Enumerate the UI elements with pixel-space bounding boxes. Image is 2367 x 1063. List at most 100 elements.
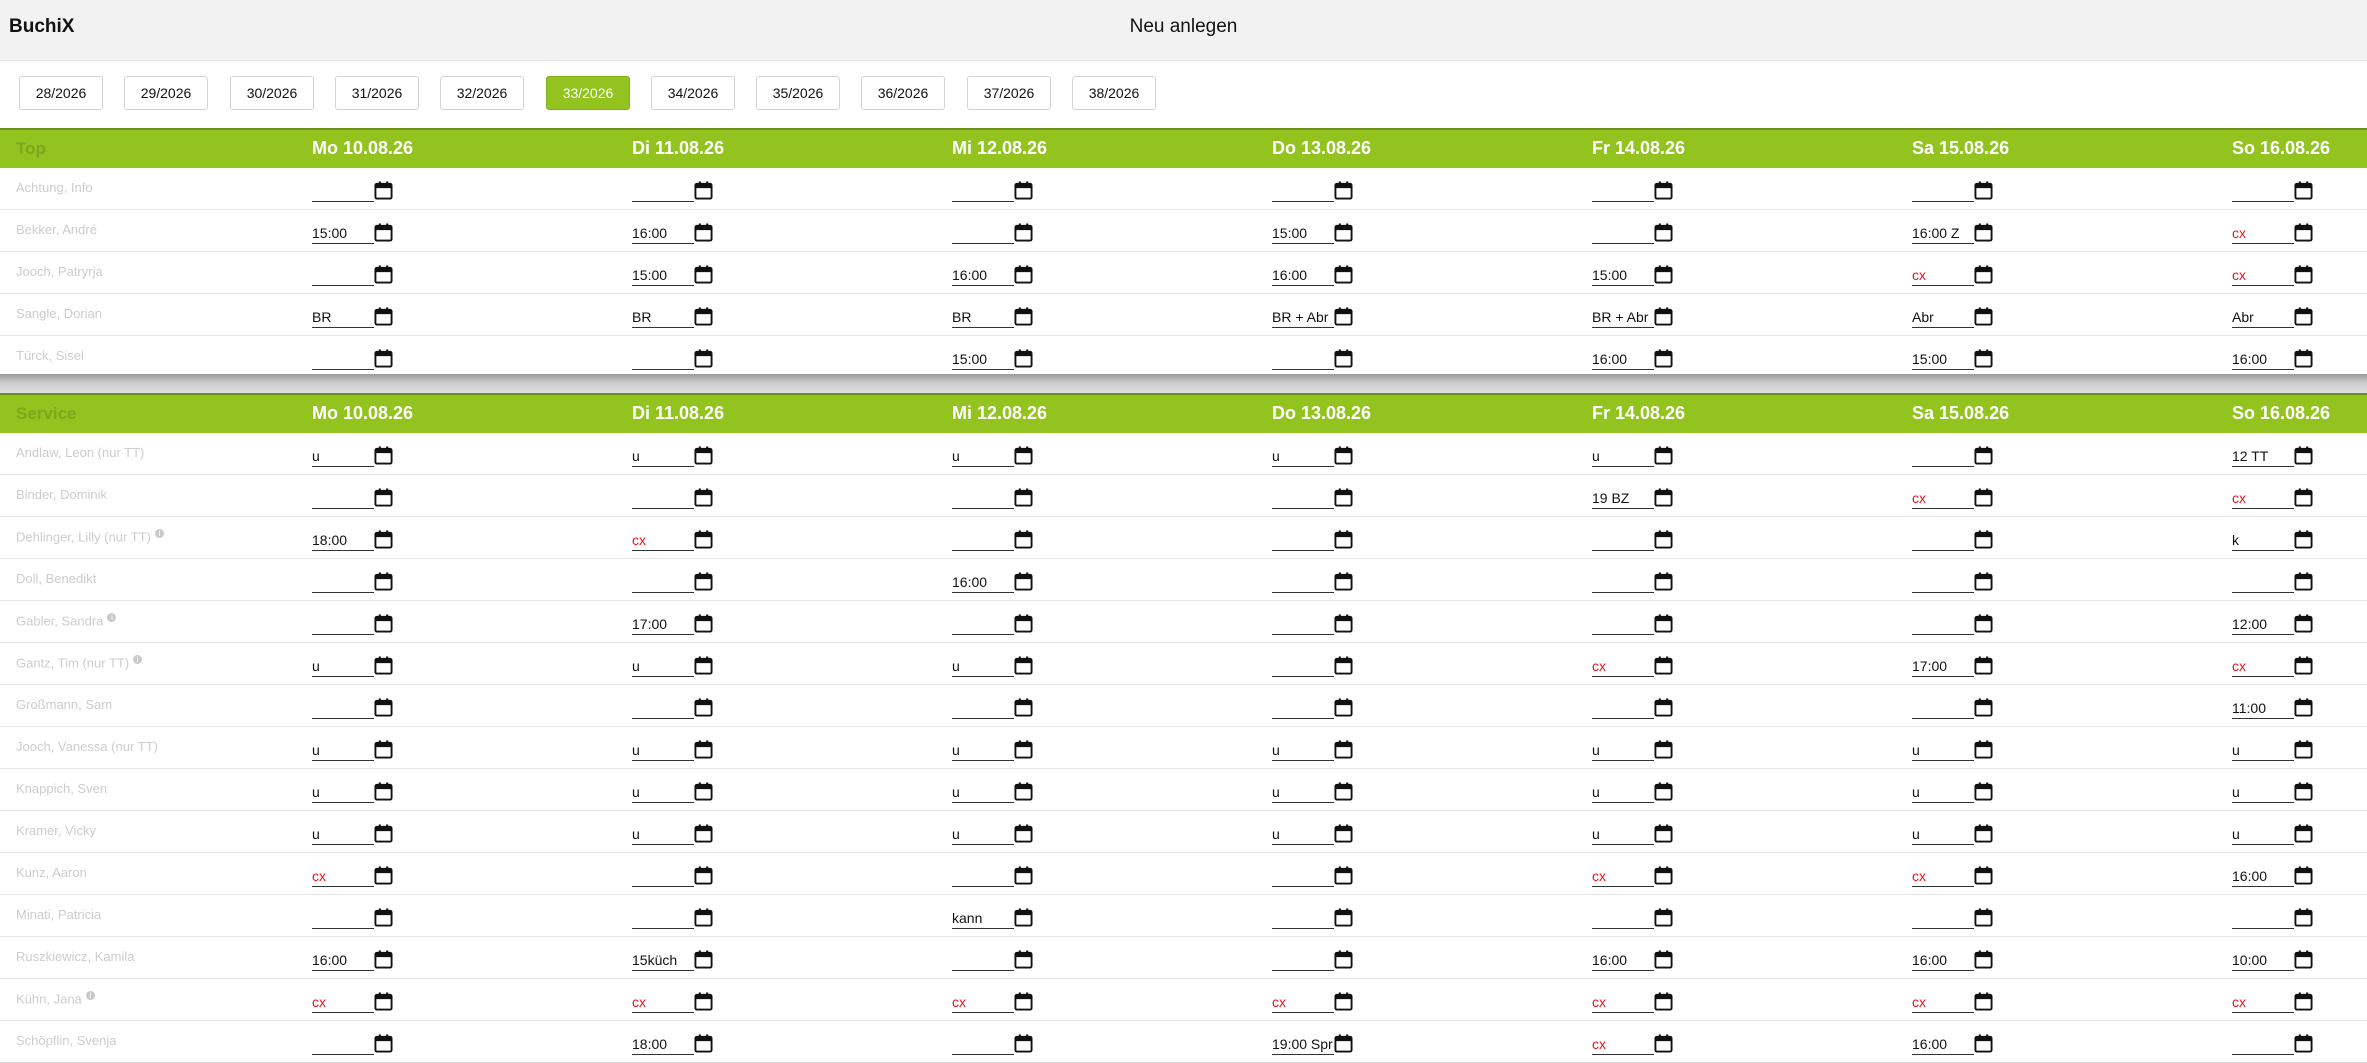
shift-input[interactable]: [1272, 863, 1334, 887]
calendar-icon[interactable]: [1654, 265, 1673, 284]
calendar-icon[interactable]: [1014, 866, 1033, 885]
calendar-icon[interactable]: [1334, 265, 1353, 284]
shift-input[interactable]: 15:00: [952, 346, 1014, 370]
calendar-icon[interactable]: [1014, 1034, 1033, 1053]
calendar-icon[interactable]: [1974, 908, 1993, 927]
shift-input[interactable]: 16:00: [1592, 947, 1654, 971]
calendar-icon[interactable]: [1654, 307, 1673, 326]
calendar-icon[interactable]: [1334, 908, 1353, 927]
employee-name[interactable]: Knappich, Sven: [16, 781, 107, 796]
shift-input[interactable]: 16:00: [2232, 863, 2294, 887]
employee-name[interactable]: Bekker, André: [16, 222, 97, 237]
calendar-icon[interactable]: [2294, 265, 2313, 284]
week-button-10[interactable]: 38/2026: [1072, 76, 1156, 110]
shift-input[interactable]: [1912, 527, 1974, 551]
shift-input[interactable]: [2232, 1031, 2294, 1055]
calendar-icon[interactable]: [2294, 614, 2313, 633]
calendar-icon[interactable]: [1654, 698, 1673, 717]
calendar-icon[interactable]: [374, 488, 393, 507]
shift-input[interactable]: u: [1272, 737, 1334, 761]
shift-input[interactable]: [952, 947, 1014, 971]
calendar-icon[interactable]: [1334, 488, 1353, 507]
shift-input[interactable]: u: [1592, 443, 1654, 467]
calendar-icon[interactable]: [2294, 950, 2313, 969]
shift-input[interactable]: [1592, 527, 1654, 551]
calendar-icon[interactable]: [374, 530, 393, 549]
shift-input[interactable]: [952, 485, 1014, 509]
shift-input[interactable]: [312, 485, 374, 509]
shift-input[interactable]: cx: [632, 989, 694, 1013]
shift-input[interactable]: 16:00: [952, 569, 1014, 593]
shift-input[interactable]: cx: [2232, 485, 2294, 509]
shift-input[interactable]: 16:00: [1912, 1031, 1974, 1055]
calendar-icon[interactable]: [694, 698, 713, 717]
calendar-icon[interactable]: [374, 950, 393, 969]
calendar-icon[interactable]: [694, 656, 713, 675]
calendar-icon[interactable]: [1014, 572, 1033, 591]
calendar-icon[interactable]: [1974, 824, 1993, 843]
shift-input[interactable]: cx: [1912, 262, 1974, 286]
calendar-icon[interactable]: [1654, 992, 1673, 1011]
calendar-icon[interactable]: [1334, 740, 1353, 759]
calendar-icon[interactable]: [1014, 530, 1033, 549]
calendar-icon[interactable]: [1334, 349, 1353, 368]
calendar-icon[interactable]: [694, 181, 713, 200]
calendar-icon[interactable]: [1654, 181, 1673, 200]
calendar-icon[interactable]: [1654, 223, 1673, 242]
calendar-icon[interactable]: [374, 446, 393, 465]
week-button-0[interactable]: 28/2026: [19, 76, 103, 110]
week-button-8[interactable]: 36/2026: [861, 76, 945, 110]
calendar-icon[interactable]: [1334, 446, 1353, 465]
shift-input[interactable]: cx: [1272, 989, 1334, 1013]
calendar-icon[interactable]: [2294, 698, 2313, 717]
calendar-icon[interactable]: [694, 866, 713, 885]
shift-input[interactable]: u: [2232, 779, 2294, 803]
shift-input[interactable]: [1912, 611, 1974, 635]
calendar-icon[interactable]: [1334, 181, 1353, 200]
calendar-icon[interactable]: [2294, 488, 2313, 507]
calendar-icon[interactable]: [694, 265, 713, 284]
calendar-icon[interactable]: [694, 950, 713, 969]
calendar-icon[interactable]: [1974, 307, 1993, 326]
shift-input[interactable]: [1592, 611, 1654, 635]
calendar-icon[interactable]: [2294, 307, 2313, 326]
calendar-icon[interactable]: [1654, 1034, 1673, 1053]
shift-input[interactable]: u: [1592, 821, 1654, 845]
calendar-icon[interactable]: [2294, 908, 2313, 927]
shift-input[interactable]: u: [1272, 821, 1334, 845]
shift-input[interactable]: [952, 863, 1014, 887]
calendar-icon[interactable]: [1334, 992, 1353, 1011]
shift-input[interactable]: [632, 178, 694, 202]
shift-input[interactable]: cx: [2232, 989, 2294, 1013]
calendar-icon[interactable]: [694, 223, 713, 242]
calendar-icon[interactable]: [1654, 572, 1673, 591]
calendar-icon[interactable]: [694, 992, 713, 1011]
shift-input[interactable]: cx: [632, 527, 694, 551]
shift-input[interactable]: 12:00: [2232, 611, 2294, 635]
employee-name[interactable]: Großmann, Sam: [16, 697, 112, 712]
shift-input[interactable]: [632, 485, 694, 509]
info-icon[interactable]: i: [133, 655, 143, 664]
shift-input[interactable]: u: [1592, 737, 1654, 761]
week-button-7[interactable]: 35/2026: [756, 76, 840, 110]
shift-input[interactable]: 17:00: [632, 611, 694, 635]
calendar-icon[interactable]: [1654, 824, 1673, 843]
calendar-icon[interactable]: [1014, 656, 1033, 675]
shift-input[interactable]: 15:00: [1912, 346, 1974, 370]
calendar-icon[interactable]: [1974, 530, 1993, 549]
shift-input[interactable]: u: [952, 779, 1014, 803]
calendar-icon[interactable]: [374, 992, 393, 1011]
calendar-icon[interactable]: [694, 307, 713, 326]
info-icon[interactable]: i: [154, 529, 164, 538]
shift-input[interactable]: cx: [1592, 1031, 1654, 1055]
shift-input[interactable]: 16:00: [1912, 947, 1974, 971]
calendar-icon[interactable]: [694, 530, 713, 549]
calendar-icon[interactable]: [1014, 908, 1033, 927]
calendar-icon[interactable]: [1654, 488, 1673, 507]
shift-input[interactable]: u: [312, 779, 374, 803]
calendar-icon[interactable]: [374, 782, 393, 801]
calendar-icon[interactable]: [1654, 446, 1673, 465]
calendar-icon[interactable]: [694, 446, 713, 465]
employee-name[interactable]: Andlaw, Leon (nur TT): [16, 445, 144, 460]
calendar-icon[interactable]: [374, 307, 393, 326]
